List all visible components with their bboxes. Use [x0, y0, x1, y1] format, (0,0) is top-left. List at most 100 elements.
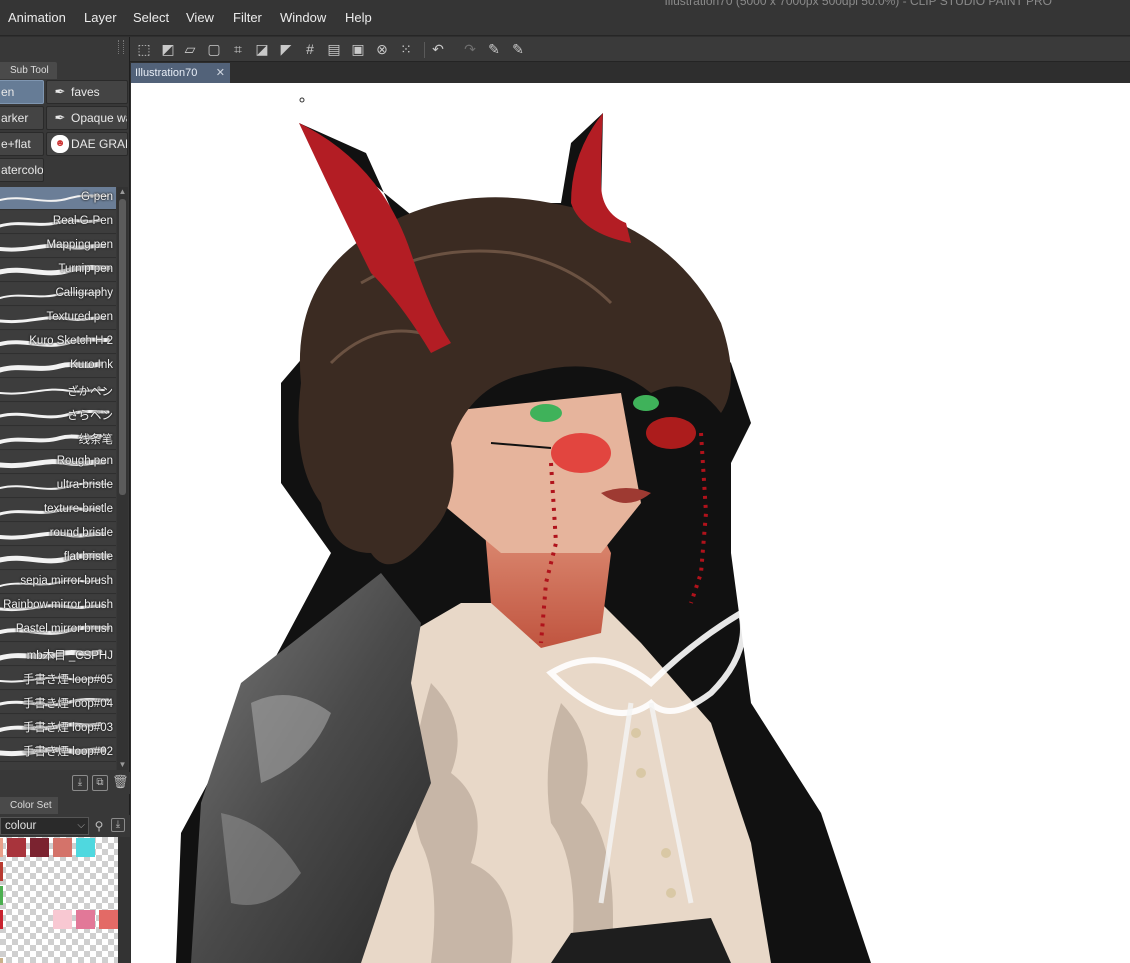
document-tab-label: Illustration70	[135, 67, 198, 79]
scrollbar-thumb[interactable]	[119, 199, 126, 495]
subtool-group-pen[interactable]: en	[0, 80, 44, 104]
brush-name: 手書き煙 loop#02	[22, 746, 113, 758]
menu-select[interactable]: Select	[131, 8, 171, 28]
sub-tool-tab[interactable]: Sub Tool	[0, 62, 57, 79]
scale-icon[interactable]: ▢	[204, 39, 224, 59]
redo-icon[interactable]: ↷	[460, 39, 480, 59]
menu-filter[interactable]: Filter	[231, 8, 264, 28]
brush-item[interactable]: 手書き煙 loop#05	[0, 667, 116, 690]
brush-item[interactable]: ざかペン	[0, 379, 116, 402]
brush-item[interactable]: ultra bristle	[0, 475, 116, 498]
scroll-up-icon[interactable]: ▲	[118, 187, 127, 197]
color-set-tab[interactable]: Color Set	[0, 797, 58, 814]
pen-icon[interactable]: ✎	[484, 39, 504, 59]
menu-animation[interactable]: Animation	[6, 8, 68, 28]
swatch-scrollbar[interactable]	[118, 837, 130, 963]
shirt-button	[636, 768, 646, 778]
import-color-icon[interactable]: ⤓	[111, 818, 125, 832]
transform-icon[interactable]: ▱	[180, 39, 200, 59]
brush-item[interactable]: sepia mirror brush	[0, 571, 116, 594]
brush-item[interactable]: Kuro Ink	[0, 355, 116, 378]
subtool-group-faves[interactable]: ✒ faves	[46, 80, 128, 104]
brush-list-scrollbar[interactable]: ▲ ▼	[117, 187, 128, 770]
import-brush-icon[interactable]: ⤓	[72, 775, 88, 791]
brush-item[interactable]: texture bristle	[0, 499, 116, 522]
color-swatch[interactable]	[0, 838, 3, 857]
color-swatch[interactable]	[76, 838, 95, 857]
brush-item[interactable]: 手書き煙 loop#03	[0, 715, 116, 738]
color-swatch[interactable]	[30, 838, 49, 857]
document-tab[interactable]: Illustration70 ✕	[131, 63, 230, 83]
brush-item[interactable]: さらペン	[0, 403, 116, 426]
menu-help[interactable]: Help	[343, 8, 374, 28]
brush-name: Mapping pen	[46, 239, 114, 251]
brush-item[interactable]: G-pen	[0, 187, 116, 210]
menu-window[interactable]: Window	[278, 8, 328, 28]
brush-item[interactable]: Rainbow mirror brush	[0, 595, 116, 618]
tone-icon[interactable]: ◤	[276, 39, 296, 59]
pen-alt-icon[interactable]: ✎	[508, 39, 528, 59]
brush-item[interactable]: Mapping pen	[0, 235, 116, 258]
duplicate-brush-icon[interactable]: ⧉	[92, 775, 108, 791]
color-swatch[interactable]	[0, 886, 3, 905]
brush-name: Turnip pen	[58, 263, 113, 275]
crop-icon[interactable]: ⌗	[228, 39, 248, 59]
color-swatch[interactable]	[53, 910, 72, 929]
color-set-select[interactable]: colour ⌵	[0, 817, 89, 835]
brush-item[interactable]: round bristle	[0, 523, 116, 546]
clear-selection-icon[interactable]: ⬚	[134, 39, 154, 59]
brush-item[interactable]: mb木目 _CSPHJ	[0, 643, 116, 666]
subtool-group-line-flat[interactable]: e+flat	[0, 132, 44, 156]
drawing-canvas[interactable]	[131, 83, 1130, 963]
undo-icon[interactable]: ↶	[428, 39, 448, 59]
toolbar-separator	[424, 42, 425, 58]
color-swatch[interactable]	[0, 862, 3, 881]
close-icon[interactable]: ✕	[216, 63, 225, 83]
color-swatch[interactable]	[7, 838, 26, 857]
brush-item[interactable]: Pastel mirror brush	[0, 619, 116, 642]
subtool-group-opaque-watercolor[interactable]: ✒ Opaque wa	[46, 106, 128, 130]
right-eye	[633, 395, 659, 411]
window-title: Illustration70 (5000 x 7000px 500dpi 50.…	[664, 0, 1052, 8]
fill-icon[interactable]: ◪	[252, 39, 272, 59]
color-swatch[interactable]	[0, 958, 3, 963]
red-glasses	[646, 417, 696, 449]
brush-item[interactable]: 线条笔	[0, 427, 116, 450]
menu-view[interactable]: View	[184, 8, 216, 28]
brush-item[interactable]: Real G-Pen	[0, 211, 116, 234]
brush-item[interactable]: Turnip pen	[0, 259, 116, 282]
subtool-group-watercolor[interactable]: atercolor	[0, 158, 44, 182]
color-swatch[interactable]	[76, 910, 95, 929]
scroll-down-icon[interactable]: ▼	[118, 760, 127, 770]
brush-name: 线条笔	[78, 434, 114, 446]
palette-grip[interactable]	[118, 40, 124, 54]
color-swatch[interactable]	[53, 838, 72, 857]
layer-icon[interactable]: ▤	[324, 39, 344, 59]
grid-icon[interactable]: #	[300, 39, 320, 59]
brush-name: ultra bristle	[56, 479, 113, 491]
document-tab-bar: Illustration70 ✕	[130, 62, 1130, 83]
brush-item[interactable]: flat bristle	[0, 547, 116, 570]
record-icon[interactable]: ▣	[348, 39, 368, 59]
menu-layer[interactable]: Layer	[82, 8, 119, 28]
brush-item[interactable]: Kuro Sketch H 2	[0, 331, 116, 354]
brush-item[interactable]: Rough pen	[0, 451, 116, 474]
brush-item[interactable]: 手書き煙 loop#02	[0, 739, 116, 762]
color-swatch[interactable]	[99, 910, 118, 929]
brush-name: 手書き煙 loop#05	[22, 674, 113, 686]
invert-selection-icon[interactable]: ◩	[158, 39, 178, 59]
delete-brush-icon[interactable]: 🗑	[112, 775, 129, 791]
color-set-select-value: colour	[5, 820, 37, 832]
brush-item[interactable]: Textured pen	[0, 307, 116, 330]
eyedropper-icon[interactable]: ⚲	[91, 818, 107, 834]
settings-icon[interactable]: ⁙	[396, 39, 416, 59]
brush-item[interactable]: Calligraphy	[0, 283, 116, 306]
subtool-group-dae-graf[interactable]: ☻ DAE GRAF	[46, 132, 128, 156]
brush-name: Calligraphy	[55, 287, 113, 299]
color-swatch[interactable]	[0, 910, 3, 929]
red-glasses	[551, 433, 611, 473]
subtool-group-marker[interactable]: arker	[0, 106, 44, 130]
brush-item[interactable]: 手書き煙 loop#04	[0, 691, 116, 714]
command-bar: ⬚ ◩ ▱ ▢ ⌗ ◪ ◤ # ▤ ▣ ⊗ ⁙ ↶ ↷ ✎ ✎	[130, 37, 1130, 62]
rotate-reset-icon[interactable]: ⊗	[372, 39, 392, 59]
